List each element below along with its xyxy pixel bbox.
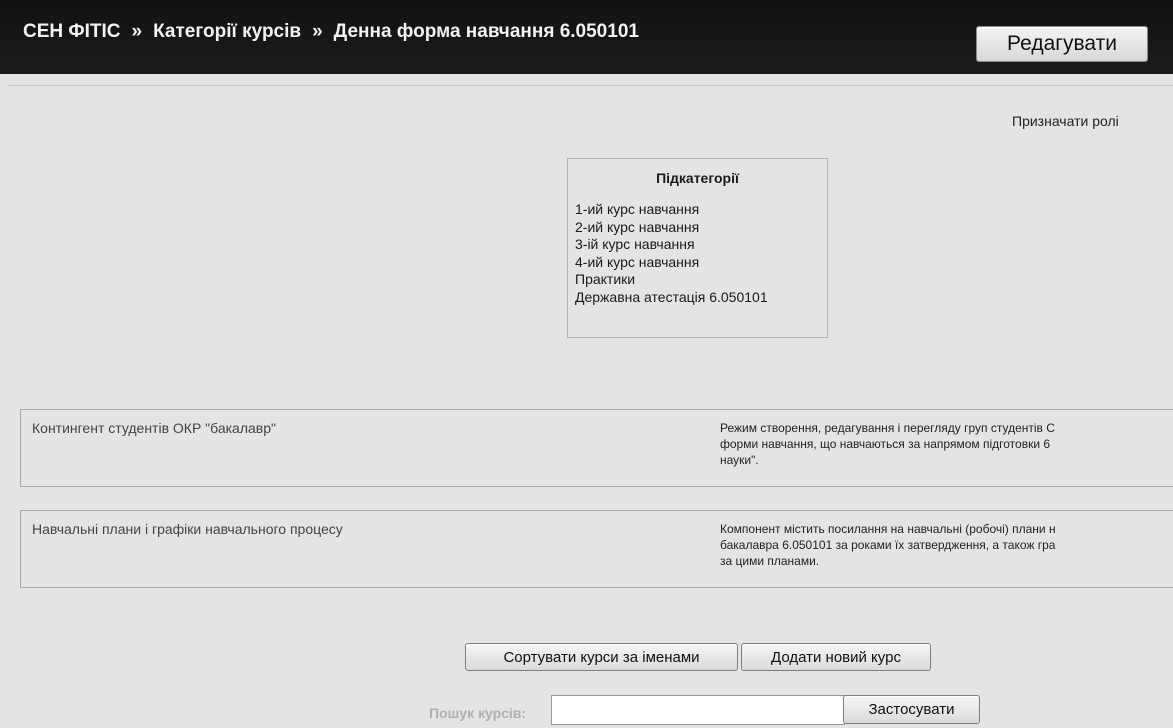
subcategory-link[interactable]: Державна атестація 6.050101 bbox=[575, 289, 827, 307]
subcategory-link[interactable]: 4-ий курс навчання bbox=[575, 254, 827, 272]
sort-courses-button[interactable]: Сортувати курси за іменами bbox=[465, 643, 738, 671]
course-summary-line: Компонент містить посилання на навчальні… bbox=[720, 522, 1056, 536]
add-course-button[interactable]: Додати новий курс bbox=[741, 643, 931, 671]
search-input[interactable] bbox=[551, 695, 845, 725]
course-link[interactable]: Контингент студентів ОКР "бакалавр" bbox=[32, 420, 276, 436]
course-summary-line: науки". bbox=[720, 453, 759, 467]
subcategory-link[interactable]: 1-ий курс навчання bbox=[575, 201, 827, 219]
breadcrumb-separator: » bbox=[312, 21, 323, 42]
breadcrumb: СЕН ФІТІС » Категорії курсів » Денна форма н… bbox=[23, 21, 639, 43]
edit-button[interactable]: Редагувати bbox=[976, 26, 1148, 62]
apply-search-button[interactable]: Застосувати bbox=[843, 695, 980, 724]
subcategory-link[interactable]: 2-ий курс навчання bbox=[575, 219, 827, 237]
course-summary-line: за цими планами. bbox=[720, 554, 820, 568]
divider bbox=[8, 85, 1173, 86]
course-summary-line: бакалавра 6.050101 за роками їх затвердж… bbox=[720, 538, 1056, 552]
course-box: Контингент студентів ОКР "бакалавр" Режи… bbox=[20, 409, 1173, 487]
course-summary: Режим створення, редагування і перегляду… bbox=[720, 420, 1173, 468]
breadcrumb-home[interactable]: СЕН ФІТІС bbox=[23, 21, 121, 42]
top-bar: СЕН ФІТІС » Категорії курсів » Денна форма н… bbox=[0, 0, 1173, 74]
assign-roles-link[interactable]: Призначати ролі bbox=[1012, 113, 1119, 129]
subcategory-link[interactable]: Практики bbox=[575, 271, 827, 289]
breadcrumb-current: Денна форма навчання 6.050101 bbox=[333, 21, 639, 42]
course-summary-line: форми навчання, що навчаються за напрямо… bbox=[720, 437, 1051, 451]
course-link[interactable]: Навчальні плани і графіки навчального пр… bbox=[32, 521, 343, 537]
course-box: Навчальні плани і графіки навчального пр… bbox=[20, 510, 1173, 588]
breadcrumb-separator: » bbox=[131, 21, 143, 42]
search-label: Пошук курсів: bbox=[429, 705, 527, 721]
subcategories-box: Підкатегорії 1-ий курс навчання 2-ий кур… bbox=[567, 158, 828, 338]
subcategory-link[interactable]: 3-ій курс навчання bbox=[575, 236, 827, 254]
course-summary-line: Режим створення, редагування і перегляду… bbox=[720, 421, 1055, 435]
subcategories-title: Підкатегорії bbox=[656, 170, 739, 186]
breadcrumb-categories[interactable]: Категорії курсів bbox=[153, 21, 301, 42]
course-summary: Компонент містить посилання на навчальні… bbox=[720, 521, 1173, 569]
